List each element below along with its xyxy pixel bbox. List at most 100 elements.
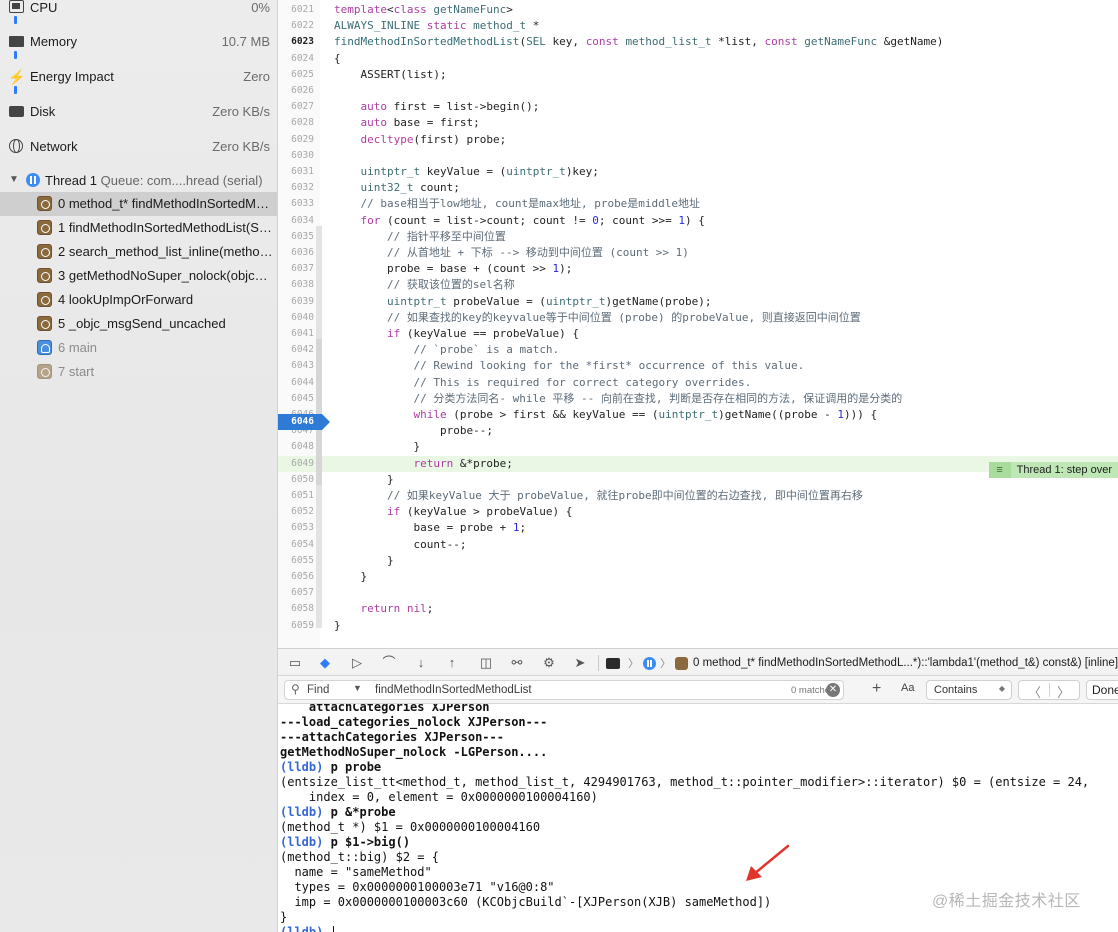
line-number: 6037 — [291, 263, 314, 275]
code-line[interactable]: 6039 uintptr_t probeValue = (uintptr_t)g… — [278, 294, 1118, 310]
find-mode-label[interactable]: Find — [307, 684, 329, 696]
code-line[interactable]: 6040 // 如果查找的key的keyvalue等于中间位置 (probe) … — [278, 310, 1118, 326]
thread-icon — [643, 656, 656, 670]
disclosure-triangle-icon[interactable]: ▼ — [9, 174, 19, 185]
gauge-disk[interactable]: Disk Zero KB/s — [0, 94, 277, 129]
gauge-cpu[interactable]: CPU 0% — [0, 0, 277, 25]
line-number: 6058 — [291, 603, 314, 615]
code-line[interactable]: 6032 uint32_t count; — [278, 180, 1118, 196]
continue-icon[interactable]: ▷ — [348, 654, 366, 672]
case-sensitive-toggle[interactable]: Aa — [901, 682, 914, 694]
code-line[interactable]: 6041 if (keyValue == probeValue) { — [278, 326, 1118, 342]
chevron-right-icon: 〉 — [628, 658, 639, 670]
bolt-icon: ⚡ — [8, 68, 26, 85]
line-number: 6045 — [291, 392, 314, 404]
code-line[interactable]: 6022 ALWAYS_INLINE static method_t * — [278, 18, 1118, 34]
stack-frame-5[interactable]: 5 _objc_msgSend_uncached — [0, 312, 277, 336]
code-line[interactable]: 6030 — [278, 148, 1118, 164]
code-line[interactable]: 6036 // 从首地址 + 下标 --> 移动到中间位置 (count >> … — [278, 245, 1118, 261]
breakpoints-toggle-icon[interactable]: ◆ — [316, 654, 334, 672]
gauge-energy[interactable]: ⚡ Energy Impact Zero — [0, 59, 277, 94]
code-line[interactable]: 6044 // This is required for correct cat… — [278, 375, 1118, 391]
add-pattern-icon[interactable]: + — [872, 680, 881, 698]
gauge-memory[interactable]: Memory 10.7 MB — [0, 24, 277, 59]
next-match-icon[interactable]: 〉 — [1057, 682, 1070, 701]
memory-graph-icon[interactable]: ⚯ — [508, 654, 526, 672]
code-line[interactable]: 6052 if (keyValue > probeValue) { — [278, 504, 1118, 520]
stack-frame-4[interactable]: 4 lookUpImpOrForward — [0, 288, 277, 312]
code-line[interactable]: 6038 // 获取该位置的sel名称 — [278, 277, 1118, 293]
code-line[interactable]: 6021 template<class getNameFunc> — [278, 2, 1118, 18]
code-line[interactable]: 6034 for (count = list->count; count != … — [278, 213, 1118, 229]
code-line[interactable]: 6047 probe--; — [278, 423, 1118, 439]
code-line[interactable]: 6031 uintptr_t keyValue = (uintptr_t)key… — [278, 164, 1118, 180]
command-text: p &*probe — [323, 805, 396, 819]
code-line[interactable]: 6029 decltype(first) probe; — [278, 132, 1118, 148]
code-line[interactable]: 6025 ASSERT(list); — [278, 67, 1118, 83]
step-out-icon[interactable]: ↑ — [443, 654, 461, 672]
code-line[interactable]: 6043 // Rewind looking for the *first* o… — [278, 358, 1118, 374]
step-over-icon[interactable]: ⌒ — [380, 654, 398, 672]
code-line[interactable]: 6045 // 分类方法同名- while 平移 -- 向前在查找, 判断是否存… — [278, 391, 1118, 407]
console-line: } — [280, 910, 288, 924]
stack-frame-2[interactable]: 2 search_method_list_inline(method_list_… — [0, 240, 277, 264]
code-line[interactable]: 6056 } — [278, 569, 1118, 585]
stack-frame-7[interactable]: 7 start — [0, 360, 277, 384]
code-line[interactable]: 6026 — [278, 83, 1118, 99]
code-line[interactable]: 6053 base = probe + 1; — [278, 520, 1118, 536]
find-input[interactable]: findMethodInSortedMethodList — [375, 684, 532, 696]
thread-row[interactable]: ▼ Thread 1 Queue: com....hread (serial) — [0, 170, 277, 192]
line-number: 6025 — [291, 68, 314, 80]
code-line[interactable]: 6048 } — [278, 439, 1118, 455]
frame-label: 4 lookUpImpOrForward — [58, 292, 194, 307]
location-icon[interactable]: ➤ — [571, 654, 589, 672]
source-editor[interactable]: 6021 template<class getNameFunc> 6022 ALWAY… — [278, 0, 1118, 648]
code-line[interactable]: 6058 return nil; — [278, 601, 1118, 617]
code-line[interactable]: 6055 } — [278, 553, 1118, 569]
frame-label: 1 findMethodInSortedMethodList(SEL, meth… — [58, 220, 274, 235]
code-line[interactable]: 6037 probe = base + (count >> 1); — [278, 261, 1118, 277]
code-fold-ribbon-inner[interactable] — [316, 339, 322, 485]
code-line[interactable]: 6059} — [278, 618, 1118, 634]
line-number: 6051 — [291, 490, 314, 501]
code-line[interactable]: 6033 // base相当于low地址, count是max地址, probe… — [278, 196, 1118, 212]
done-button[interactable]: Done — [1086, 680, 1118, 700]
code-line[interactable]: 6027 auto first = list->begin(); — [278, 99, 1118, 115]
console-line: types = 0x0000000100003e71 "v16@0:8" — [280, 880, 555, 894]
line-number: 6028 — [291, 117, 314, 129]
code-line[interactable]: 6028 auto base = first; — [278, 115, 1118, 131]
line-number: 6057 — [291, 587, 314, 599]
gauge-network[interactable]: Network Zero KB/s — [0, 129, 277, 164]
view-hierarchy-icon[interactable]: ◫ — [477, 654, 495, 672]
jump-bar[interactable]: 〉 〉 0 method_t* findMethodInSortedMethod… — [606, 655, 1118, 671]
code-line[interactable]: 6042 // `probe` is a match. — [278, 342, 1118, 358]
code-line[interactable]: 6046 while (probe > first && keyValue ==… — [278, 407, 1118, 423]
code-line[interactable]: 6035 // 指针平移至中间位置 — [278, 229, 1118, 245]
code-text: // This is required for correct category… — [413, 375, 752, 389]
environment-overrides-icon[interactable]: ⚙ — [540, 654, 558, 672]
clear-icon[interactable]: ✕ — [826, 683, 840, 697]
code-line[interactable]: 6054 count--; — [278, 537, 1118, 553]
find-navigation[interactable]: 〈 〉 — [1018, 680, 1080, 700]
hide-debug-area-icon[interactable]: ▭ — [286, 654, 304, 672]
breakpoint-marker[interactable]: 6046 — [278, 414, 330, 430]
stack-frame-6[interactable]: 6 main — [0, 336, 277, 360]
jump-bar-frame-label[interactable]: 0 method_t* findMethodInSortedMethodL...… — [693, 657, 1118, 669]
line-number: 6026 — [291, 85, 314, 96]
match-type-select[interactable]: Contains ◆ — [926, 680, 1012, 700]
code-text: base = probe + 1; — [334, 521, 527, 535]
code-line[interactable]: 6023 findMethodInSortedMethodList(SEL key… — [278, 34, 1118, 50]
line-number: 6038 — [291, 279, 314, 291]
line-number: 6027 — [291, 101, 314, 113]
code-line[interactable]: 6051 // 如果keyValue 大于 probeValue, 就往prob… — [278, 488, 1118, 504]
stack-frame-0[interactable]: 0 method_t* findMethodInSortedMethodList — [0, 192, 277, 216]
chevron-down-icon[interactable]: ▼ — [353, 683, 362, 693]
chevron-updown-icon: ◆ — [998, 684, 1005, 693]
stack-frame-1[interactable]: 1 findMethodInSortedMethodList(SEL, meth… — [0, 216, 277, 240]
find-field[interactable]: ⚲ Find ▼ findMethodInSortedMethodList 0 … — [284, 680, 844, 700]
code-line[interactable]: 6024 { — [278, 51, 1118, 67]
code-line[interactable]: 6057 — [278, 585, 1118, 601]
stack-frame-3[interactable]: 3 getMethodNoSuper_nolock(objc_class*, S… — [0, 264, 277, 288]
previous-match-icon[interactable]: 〈 — [1028, 682, 1041, 701]
step-into-icon[interactable]: ↓ — [412, 654, 430, 672]
